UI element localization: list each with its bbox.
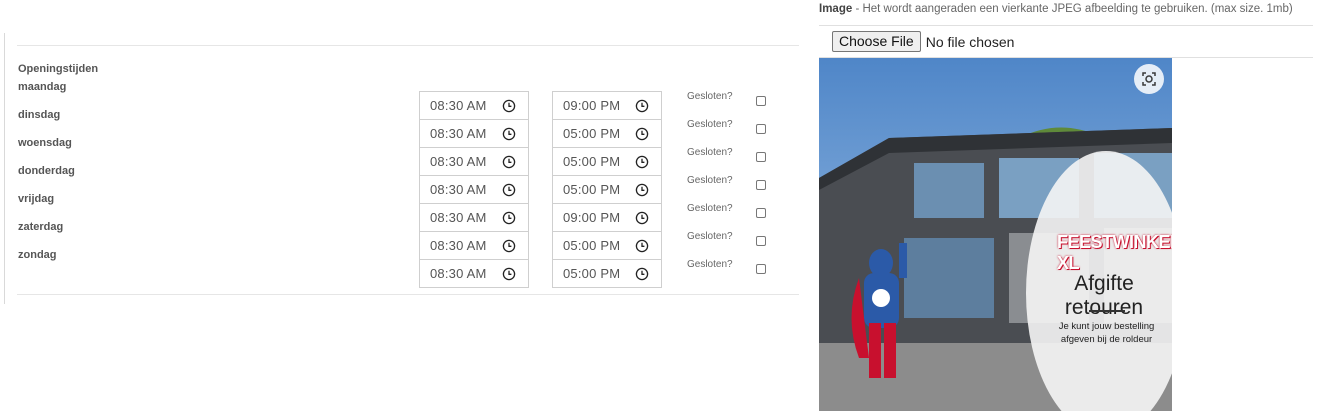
scan-icon[interactable] <box>1134 64 1164 94</box>
day-row-zaterdag: zaterdag 08:30 AM 05:00 PM Gesloten? <box>5 221 805 260</box>
closed-label: Gesloten? <box>687 231 733 242</box>
day-label: maandag <box>18 81 67 93</box>
preview-divider <box>1089 310 1125 312</box>
divider-bottom <box>17 294 799 295</box>
day-row-vrijdag: vrijdag 08:30 AM 09:00 PM Gesloten? <box>5 193 805 232</box>
closed-checkbox[interactable] <box>756 264 766 274</box>
closed-checkbox[interactable] <box>756 152 766 162</box>
closed-checkbox[interactable] <box>756 96 766 106</box>
day-row-donderdag: donderdag 08:30 AM 05:00 PM Gesloten? <box>5 165 805 204</box>
closed-checkbox[interactable] <box>756 208 766 218</box>
closed-checkbox[interactable] <box>756 180 766 190</box>
day-label: zaterdag <box>18 221 64 233</box>
preview-headline: Afgifte retouren <box>1064 272 1144 319</box>
closed-label: Gesloten? <box>687 119 733 130</box>
closed-label: Gesloten? <box>687 91 733 102</box>
day-row-maandag: maandag 08:30 AM 09:00 PM Gesloten? <box>5 81 805 120</box>
closed-label: Gesloten? <box>687 175 733 186</box>
day-label: woensdag <box>18 137 72 149</box>
close-time-input[interactable]: 05:00 PM <box>552 259 662 288</box>
day-label: vrijdag <box>18 193 55 205</box>
day-row-zondag: zondag 08:30 AM 05:00 PM Gesloten? <box>5 249 805 288</box>
file-status: No file chosen <box>925 33 1015 50</box>
day-label: donderdag <box>18 165 75 177</box>
opening-hours-panel: Openingstijden maandag 08:30 AM 09:00 PM… <box>4 33 808 304</box>
file-input[interactable]: Choose File No file chosen <box>819 25 1313 58</box>
closed-checkbox[interactable] <box>756 236 766 246</box>
image-field-label: Image - Het wordt aangeraden een vierkan… <box>819 3 1293 15</box>
divider-top <box>17 45 799 46</box>
section-title: Openingstijden <box>18 63 99 75</box>
clock-icon[interactable] <box>635 267 649 281</box>
day-row-dinsdag: dinsdag 08:30 AM 05:00 PM Gesloten? <box>5 109 805 148</box>
day-row-woensdag: woensdag 08:30 AM 05:00 PM Gesloten? <box>5 137 805 176</box>
image-preview: FEESTWINKEL XL Afgifte retouren Je kunt … <box>819 58 1172 411</box>
day-label: dinsdag <box>18 109 61 121</box>
closed-label: Gesloten? <box>687 203 733 214</box>
choose-file-button[interactable]: Choose File <box>832 31 921 52</box>
closed-checkbox[interactable] <box>756 124 766 134</box>
preview-subtext: Je kunt jouw bestelling afgeven bij de r… <box>1058 321 1155 345</box>
clock-icon[interactable] <box>502 267 516 281</box>
open-time-input[interactable]: 08:30 AM <box>419 259 529 288</box>
closed-label: Gesloten? <box>687 147 733 158</box>
day-label: zondag <box>18 249 57 261</box>
closed-label: Gesloten? <box>687 259 733 270</box>
brand-logo-text: FEESTWINKEL XL <box>1057 232 1172 273</box>
